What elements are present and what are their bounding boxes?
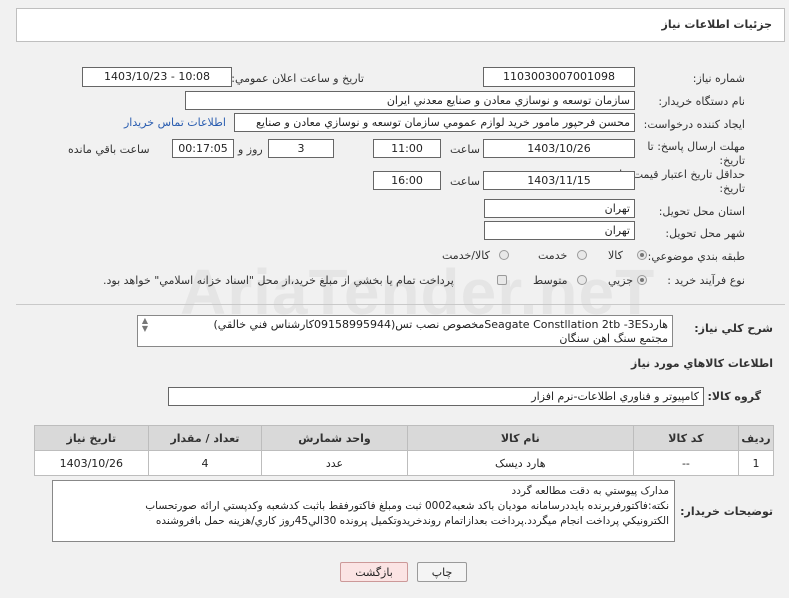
cell-name: هارد ديسک	[406, 450, 634, 476]
description-line-1: هاردSeagate Constllation 2tb -3ESمخصوص ن…	[213, 318, 668, 331]
days-field: 3	[268, 139, 334, 158]
category-radio-goods[interactable]	[637, 250, 647, 260]
cell-date: 1403/10/26	[34, 450, 149, 476]
cell-row: 1	[737, 450, 775, 476]
buyer-notes-box: مدارک پيوستي به دقت مطالعه گردد نکته:فاک…	[52, 480, 675, 542]
process-radio-medium[interactable]	[577, 275, 587, 285]
remaining-label: ساعت باقي مانده	[68, 143, 150, 156]
cell-quantity: 4	[147, 450, 263, 476]
province-field: تهران	[484, 199, 635, 218]
cell-unit: عدد	[261, 450, 408, 476]
col-name: نام کالا	[406, 425, 634, 451]
buyer-org-label: نام دستگاه خريدار:	[658, 95, 745, 108]
buyer-org-field: سازمان توسعه و نوسازي معادن و صنايع معدن…	[185, 91, 635, 110]
deadline-label: مهلت ارسال پاسخ: تا	[647, 140, 745, 153]
creator-label: ايجاد کننده درخواست:	[643, 118, 745, 131]
col-row: رديف	[737, 425, 775, 451]
contact-buyer-link[interactable]: اطلاعات تماس خريدار	[124, 116, 226, 129]
deadline-label-date: تاريخ:	[719, 154, 745, 167]
page-header: جزئيات اطلاعات نياز	[16, 8, 785, 42]
remaining-time-field: 00:17:05	[172, 139, 234, 158]
divider	[16, 304, 785, 305]
col-unit: واحد شمارش	[261, 425, 408, 451]
category-option-service: خدمت	[538, 249, 568, 262]
deadline-date-field: 1403/10/26	[483, 139, 635, 158]
validity-label-date: تاريخ:	[719, 182, 745, 195]
deadline-time-field: 11:00	[373, 139, 441, 158]
buyer-notes-line-3: الکترونيکي پرداخت انجام ميگردد.پرداخت بع…	[155, 515, 669, 527]
process-radio-minor[interactable]	[637, 275, 647, 285]
process-label: نوع فرآيند خريد :	[667, 274, 745, 287]
buyer-notes-line-2: نکته:فاکتورفربرنده بايددرسامانه موديان ب…	[145, 500, 669, 512]
buyer-notes-line-1: مدارک پيوستي به دقت مطالعه گردد	[511, 485, 669, 497]
announce-field: 1403/10/23 - 10:08	[82, 67, 232, 87]
goods-group-field: کامپيوتر و فناوري اطلاعات-نرم افزار	[168, 387, 704, 406]
category-option-both: کالا/خدمت	[442, 249, 490, 262]
col-code: کد کالا	[632, 425, 739, 451]
validity-time-field: 16:00	[373, 171, 441, 190]
description-label: شرح کلي نياز:	[694, 322, 773, 335]
category-radio-service[interactable]	[577, 250, 587, 260]
deadline-time-label: ساعت	[450, 143, 480, 156]
days-label: روز و	[238, 143, 263, 156]
announce-label: تاريخ و ساعت اعلان عمومي:	[231, 72, 364, 85]
treasury-checkbox[interactable]	[497, 275, 507, 285]
process-option-medium: متوسط	[533, 274, 568, 287]
city-field: تهران	[484, 221, 635, 240]
validity-date-field: 1403/11/15	[483, 171, 635, 190]
need-number-field: 1103003007001098	[483, 67, 635, 87]
need-number-label: شماره نياز:	[692, 72, 745, 85]
province-label: استان محل تحويل:	[658, 205, 745, 218]
goods-section-title: اطلاعات کالاهاي مورد نياز	[631, 357, 773, 370]
category-radio-both[interactable]	[499, 250, 509, 260]
goods-group-label: گروه کالا:	[707, 390, 761, 403]
table-row: 1 -- هارد ديسک عدد 4 1403/10/26	[34, 450, 775, 476]
scroll-arrows-icon[interactable]: ▲ ▼	[140, 317, 150, 345]
back-button[interactable]: بازگشت	[340, 562, 408, 582]
validity-time-label: ساعت	[450, 175, 480, 188]
col-date: تاريخ نياز	[34, 425, 149, 451]
category-option-goods: کالا	[608, 249, 623, 262]
col-quantity: تعداد / مقدار	[147, 425, 263, 451]
print-button[interactable]: چاپ	[417, 562, 467, 582]
validity-label: حداقل تاريخ اعتبار قيمت: تا	[619, 168, 745, 181]
treasury-note: پرداخت تمام يا بخشي از مبلغ خريد،از محل …	[103, 274, 454, 287]
cell-code: --	[632, 450, 739, 476]
process-option-minor: جزيي	[608, 274, 634, 287]
table-header-row: رديف کد کالا نام کالا واحد شمارش تعداد /…	[34, 425, 775, 451]
description-textarea[interactable]: هاردSeagate Constllation 2tb -3ESمخصوص ن…	[137, 315, 673, 347]
goods-table: رديف کد کالا نام کالا واحد شمارش تعداد /…	[34, 425, 775, 476]
description-line-2: مجتمع سنگ اهن سنگان	[559, 332, 668, 345]
city-label: شهر محل تحويل:	[665, 227, 745, 240]
buyer-notes-label: توضيحات خريدار:	[680, 505, 773, 518]
category-label: طبقه بندي موضوعي:	[647, 250, 745, 263]
page-title: جزئيات اطلاعات نياز	[661, 18, 773, 31]
creator-field: محسن فرحپور مامور خريد لوازم عمومي سازما…	[234, 113, 635, 132]
